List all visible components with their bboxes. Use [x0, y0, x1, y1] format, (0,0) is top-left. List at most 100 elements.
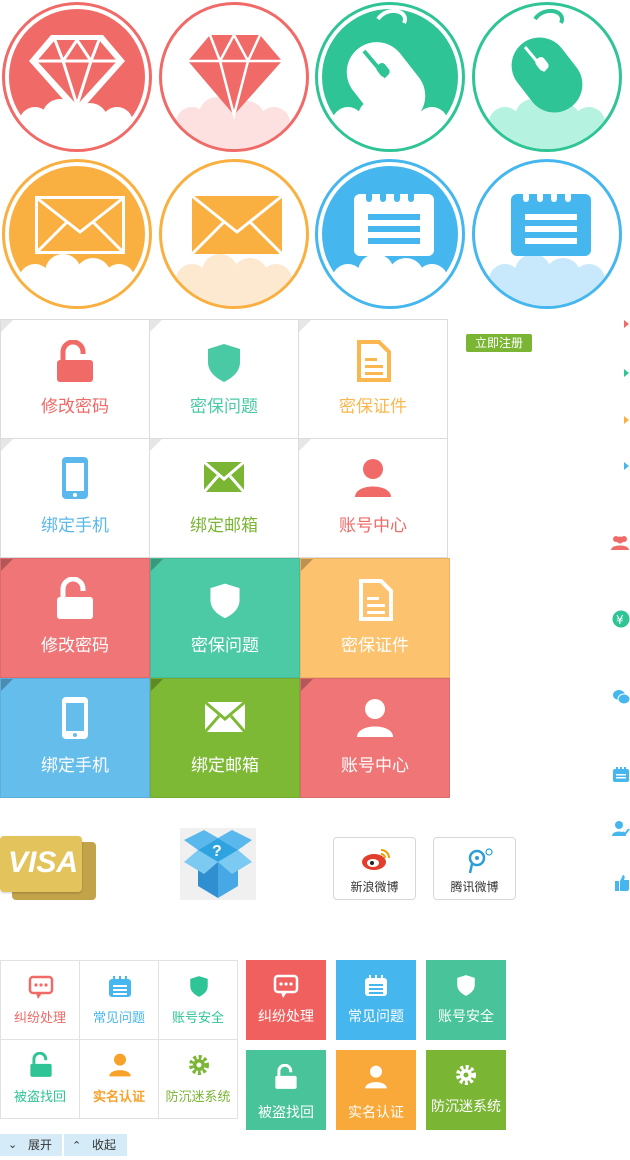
tile-label: 密保问题: [190, 397, 258, 417]
tile-account-center-colored[interactable]: 账号中心: [300, 678, 450, 798]
service-real-name[interactable]: 实名认证: [79, 1039, 159, 1119]
faq-notepad-icon: [109, 976, 131, 997]
mouse-badge-filled: [315, 2, 465, 152]
service-faq[interactable]: 常见问题: [79, 960, 159, 1040]
service-label: 被盗找回: [258, 1105, 314, 1121]
tile-security-document[interactable]: 密保证件: [298, 319, 448, 439]
document-icon: [359, 579, 393, 621]
service-account-security-colored[interactable]: 账号安全: [426, 960, 506, 1040]
service-label: 被盗找回: [13, 1090, 66, 1105]
arrow-right-icon: [624, 462, 629, 470]
notepad-badge-filled: [315, 159, 465, 309]
service-label: 纠纷处理: [258, 1009, 314, 1025]
arrow-right-icon: [624, 369, 629, 377]
shield-icon: [208, 344, 240, 382]
box-question-icon: ?: [180, 828, 256, 900]
service-dispute[interactable]: 纠纷处理: [0, 960, 80, 1040]
envelope-badge-outline: [159, 159, 309, 309]
tile-bind-phone[interactable]: 绑定手机: [0, 438, 150, 558]
tile-security-question-colored[interactable]: 密保问题: [150, 558, 300, 678]
envelope-icon: [9, 166, 145, 306]
phone-icon: [62, 697, 88, 739]
faq-notepad-icon: [365, 975, 387, 996]
envelope-icon: [172, 194, 302, 306]
document-icon: [357, 340, 391, 382]
tile-bind-email-colored[interactable]: 绑定邮箱: [150, 678, 300, 798]
expand-label: 展开: [28, 1138, 53, 1152]
mouse-icon: [322, 8, 458, 149]
collapse-label: 收起: [92, 1138, 117, 1152]
service-label: 防沉迷系统: [165, 1090, 231, 1105]
mouse-badge-outline: [472, 2, 622, 152]
tile-bind-email[interactable]: 绑定邮箱: [149, 438, 299, 558]
tile-label: 绑定手机: [41, 516, 109, 536]
unlock-icon: [57, 340, 93, 382]
tencent-weibo-button[interactable]: 腾讯微博: [433, 837, 516, 900]
user-check-icon: [612, 821, 630, 836]
service-label: 常见问题: [92, 1011, 145, 1026]
user-icon: [357, 699, 393, 737]
shield-icon: [190, 976, 208, 997]
sina-weibo-icon: [362, 849, 390, 870]
notepad-icon: [322, 166, 458, 306]
expand-button[interactable]: ⌄ 展开: [0, 1134, 62, 1156]
svg-text:¥: ¥: [616, 613, 624, 627]
notepad-badge-outline: [472, 159, 622, 309]
notepad-icon: [485, 186, 615, 306]
tile-label: 密保问题: [191, 636, 259, 656]
svg-text:?: ?: [212, 843, 222, 860]
tile-label: 密保证件: [341, 636, 409, 656]
service-account-security[interactable]: 账号安全: [158, 960, 238, 1040]
tile-security-question[interactable]: 密保问题: [149, 319, 299, 439]
gear-icon: [456, 1065, 476, 1085]
sina-weibo-button[interactable]: 新浪微博: [333, 837, 416, 900]
service-recover-stolen-colored[interactable]: 被盗找回: [246, 1050, 326, 1130]
tile-label: 账号中心: [341, 756, 409, 776]
envelope-icon: [204, 701, 246, 733]
service-dispute-colored[interactable]: 纠纷处理: [246, 960, 326, 1040]
service-label: 实名认证: [92, 1090, 145, 1105]
register-button[interactable]: 立即注册: [466, 334, 532, 352]
envelope-icon: [203, 461, 245, 493]
service-recover-stolen[interactable]: 被盗找回: [0, 1039, 80, 1119]
tile-label: 修改密码: [41, 636, 109, 656]
arrow-right-icon: [624, 416, 629, 424]
diamond-badge-filled: [2, 2, 152, 152]
tile-label: 账号中心: [339, 516, 407, 536]
user-icon: [355, 459, 391, 497]
chat-icon: [613, 690, 630, 705]
service-faq-colored[interactable]: 常见问题: [336, 960, 416, 1040]
arrow-right-icon: [624, 320, 629, 328]
tile-change-password-colored[interactable]: 修改密码: [0, 558, 150, 678]
service-label: 实名认证: [348, 1105, 404, 1121]
service-label: 纠纷处理: [13, 1011, 66, 1026]
tile-label: 密保证件: [339, 397, 407, 417]
users-icon: [611, 536, 629, 550]
shield-icon: [457, 975, 475, 996]
user-icon: [109, 1053, 131, 1077]
service-anti-addiction-colored[interactable]: 防沉迷系统: [426, 1050, 506, 1130]
phone-icon: [62, 457, 88, 499]
tile-bind-phone-colored[interactable]: 绑定手机: [0, 678, 150, 798]
service-real-name-colored[interactable]: 实名认证: [336, 1050, 416, 1130]
tile-change-password[interactable]: 修改密码: [0, 319, 150, 439]
service-label: 账号安全: [171, 1011, 224, 1026]
tile-account-center[interactable]: 账号中心: [298, 438, 448, 558]
chevron-down-icon: ⌄: [8, 1138, 18, 1151]
service-label: 常见问题: [348, 1009, 404, 1025]
tile-security-document-colored[interactable]: 密保证件: [300, 558, 450, 678]
envelope-badge-filled: [2, 159, 152, 309]
diamond-icon: [9, 9, 145, 149]
tencent-weibo-icon: [468, 848, 493, 874]
diamond-badge-outline: [159, 2, 309, 152]
tile-label: 绑定手机: [41, 756, 109, 776]
unlock-icon: [275, 1064, 297, 1089]
collapse-button[interactable]: ⌃ 收起: [64, 1134, 127, 1156]
unlock-icon: [30, 1052, 52, 1077]
dispute-chat-icon: [273, 974, 299, 998]
sina-weibo-label: 新浪微博: [350, 880, 399, 894]
tile-label: 修改密码: [41, 397, 109, 417]
unlock-icon: [57, 577, 93, 619]
gear-icon: [189, 1055, 209, 1075]
service-anti-addiction[interactable]: 防沉迷系统: [158, 1039, 238, 1119]
